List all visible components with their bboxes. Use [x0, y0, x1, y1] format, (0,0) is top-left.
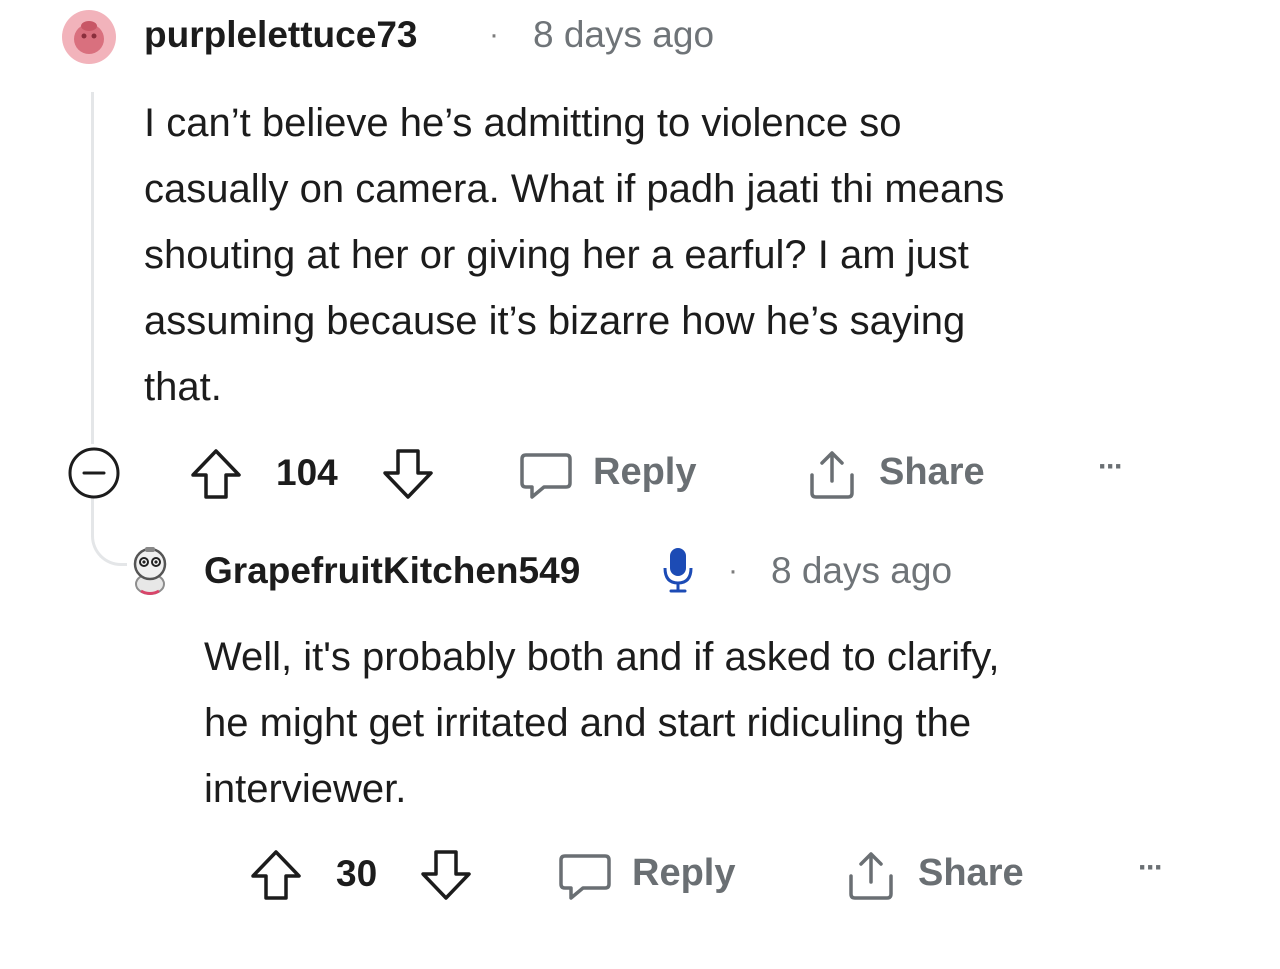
share-upload-icon	[843, 848, 899, 904]
comment-body-line: interviewer.	[204, 767, 407, 811]
comment-body: Well, it's probably both and if asked to…	[204, 624, 1264, 822]
comment-body-line: casually on camera. What if padh jaati t…	[144, 167, 1005, 211]
comment-timestamp[interactable]: 8 days ago	[771, 550, 952, 592]
comment-bubble-icon	[518, 447, 574, 503]
thread-line-reply	[91, 494, 127, 566]
more-options-button[interactable]: ···	[1098, 450, 1124, 484]
vote-count: 30	[336, 853, 378, 894]
avatar-icon[interactable]	[128, 544, 172, 596]
more-options-button[interactable]: ···	[1138, 851, 1164, 885]
reply-label: Reply	[632, 852, 736, 894]
comment-body-line: that.	[144, 365, 222, 409]
reply-button[interactable]: Reply	[557, 848, 747, 904]
downvote-button[interactable]	[380, 447, 436, 501]
share-upload-icon	[804, 447, 860, 503]
microphone-icon	[662, 546, 694, 594]
arrow-up-icon	[251, 850, 301, 900]
comment-timestamp[interactable]: 8 days ago	[533, 14, 714, 56]
comment-body-line: I can’t believe he’s admitting to violen…	[144, 101, 902, 145]
downvote-button[interactable]	[418, 848, 474, 902]
arrow-down-icon	[421, 850, 471, 900]
reply-button[interactable]: Reply	[518, 447, 708, 503]
share-label: Share	[879, 451, 985, 493]
meta-separator: ·	[489, 18, 499, 51]
thread-line[interactable]	[91, 92, 94, 444]
comment-author[interactable]: purplelettuce73	[144, 14, 417, 56]
comment-bubble-icon	[557, 848, 613, 904]
comment-body-line: he might get irritated and start ridicul…	[204, 701, 972, 745]
share-button[interactable]: Share	[804, 447, 1004, 503]
collapse-thread-icon[interactable]	[66, 445, 122, 501]
meta-separator: ·	[728, 554, 738, 587]
arrow-down-icon	[383, 449, 433, 499]
arrow-up-icon	[191, 449, 241, 499]
comment-author[interactable]: GrapefruitKitchen549	[204, 550, 580, 592]
comment-body-line: Well, it's probably both and if asked to…	[204, 635, 1000, 679]
vote-count: 104	[276, 452, 338, 493]
reply-label: Reply	[593, 451, 697, 493]
upvote-button[interactable]	[248, 848, 304, 902]
comment-body: I can’t believe he’s admitting to violen…	[144, 90, 1244, 420]
comment-body-line: shouting at her or giving her a earful? …	[144, 233, 969, 277]
share-label: Share	[918, 852, 1024, 894]
share-button[interactable]: Share	[843, 848, 1043, 904]
upvote-button[interactable]	[188, 447, 244, 501]
comment-body-line: assuming because it’s bizarre how he’s s…	[144, 299, 966, 343]
avatar-icon[interactable]	[62, 10, 116, 64]
